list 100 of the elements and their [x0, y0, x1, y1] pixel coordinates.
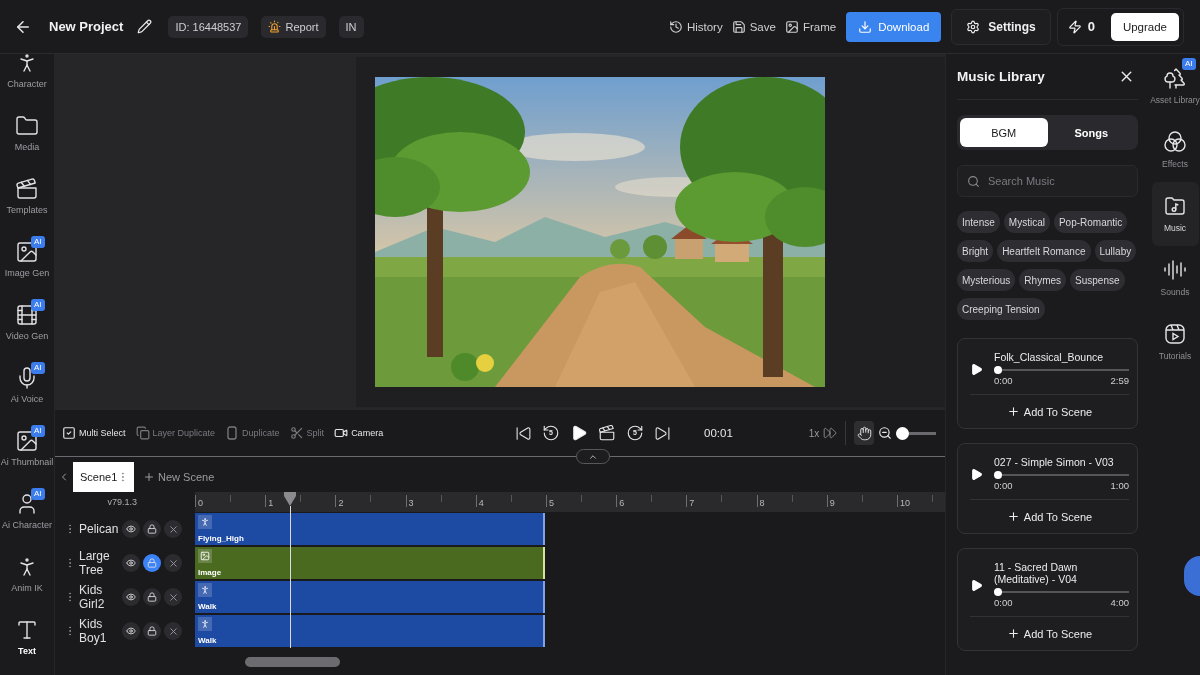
slider-thumb[interactable]	[994, 588, 1002, 596]
clip-label: Walk	[198, 602, 218, 612]
new-scene-button[interactable]: New Scene	[143, 471, 215, 483]
search-icon	[967, 175, 980, 188]
image-icon	[15, 429, 39, 453]
speed-button[interactable]: 1x	[808, 426, 838, 440]
sidebar-item[interactable]: Media	[0, 100, 54, 163]
skip-back-icon[interactable]	[515, 424, 532, 442]
ruler-label: 9	[829, 498, 835, 508]
ruler-label: 3	[408, 498, 414, 508]
animation-clip[interactable]: Walk	[195, 581, 545, 613]
genre-tag[interactable]: Intense	[957, 211, 1000, 233]
genre-tag[interactable]: Creeping Tension	[957, 298, 1045, 320]
plus-icon	[143, 471, 155, 483]
sidebar-item[interactable]: Templates	[0, 163, 54, 226]
panel-item[interactable]: Sounds	[1151, 246, 1199, 310]
animation-clip[interactable]: Walk	[195, 615, 545, 647]
progress-slider[interactable]	[994, 471, 1129, 479]
tab[interactable]: BGM	[960, 118, 1048, 147]
animation-clip[interactable]: Flying_High	[195, 513, 545, 545]
toolbar-button[interactable]: Save	[731, 19, 776, 34]
upgrade-button[interactable]: Upgrade	[1110, 12, 1179, 41]
remove-button[interactable]	[164, 520, 182, 538]
remove-button[interactable]	[164, 554, 182, 572]
close-icon	[167, 591, 179, 603]
playhead-handle[interactable]	[284, 492, 297, 506]
close-icon	[167, 523, 179, 535]
lock-button[interactable]	[143, 588, 161, 606]
remove-button[interactable]	[164, 622, 182, 640]
pencil-icon[interactable]	[137, 19, 153, 34]
genre-tag[interactable]: Lullaby	[1094, 240, 1137, 262]
download-button[interactable]: Download	[846, 11, 942, 42]
search-field[interactable]: Search Music	[957, 165, 1138, 197]
toolbar-button[interactable]: History	[668, 19, 723, 34]
slider-thumb[interactable]	[994, 366, 1002, 374]
toolbar-button[interactable]: Frame	[784, 19, 837, 34]
play-icon[interactable]	[970, 362, 983, 376]
lock-button[interactable]	[143, 554, 161, 572]
settings-button[interactable]: Settings	[951, 8, 1051, 45]
tab[interactable]: Songs	[1047, 118, 1135, 147]
panel-item[interactable]: Effects	[1151, 118, 1199, 182]
image-clip[interactable]: Image	[195, 547, 545, 579]
text-icon	[15, 618, 39, 642]
pan-button[interactable]	[854, 421, 875, 445]
panel-item[interactable]: Music	[1151, 182, 1199, 246]
download-icon	[858, 19, 873, 34]
lock-button[interactable]	[143, 622, 161, 640]
scene-tab[interactable]: Scene1	[73, 462, 134, 492]
play-icon[interactable]	[570, 424, 588, 442]
track-duration: 1:00	[1110, 480, 1129, 492]
slider-thumb[interactable]	[896, 426, 910, 440]
settings-icon	[966, 19, 981, 34]
sidebar-item[interactable]: AI Image Gen	[0, 226, 54, 289]
hand-icon	[856, 425, 872, 441]
sidebar-item[interactable]: AI Ai Voice	[0, 352, 54, 415]
genre-tag[interactable]: Rhymes	[1019, 269, 1067, 291]
visibility-button[interactable]	[122, 554, 140, 572]
progress-slider[interactable]	[994, 588, 1129, 596]
genre-tag[interactable]: Mystical	[1003, 211, 1050, 233]
genre-tag[interactable]: Pop-Romantic	[1053, 211, 1128, 233]
slider-thumb[interactable]	[994, 471, 1002, 479]
ai-badge: AI	[31, 488, 45, 500]
progress-slider[interactable]	[994, 366, 1129, 374]
add-to-scene-button[interactable]: Add To Scene	[970, 500, 1129, 533]
ruler-label: 6	[619, 498, 625, 508]
sidebar-item[interactable]: Anim IK	[0, 541, 54, 604]
lightning-icon	[1067, 19, 1082, 34]
zoom-out-icon[interactable]	[878, 426, 893, 440]
language-button[interactable]: IN	[338, 15, 364, 38]
genre-tag[interactable]: Mysterious	[957, 269, 1016, 291]
collapse-toggle[interactable]	[576, 449, 610, 464]
report-button[interactable]: Report	[261, 15, 326, 38]
genre-tag[interactable]: Bright	[957, 240, 994, 262]
clapperboard-icon[interactable]	[598, 424, 616, 442]
genre-tag[interactable]: Suspense	[1070, 269, 1125, 291]
skip-forward-icon[interactable]	[654, 424, 671, 442]
visibility-button[interactable]	[122, 520, 140, 538]
play-icon[interactable]	[970, 467, 983, 481]
tool-button[interactable]: Camera	[334, 426, 384, 440]
add-to-scene-button[interactable]: Add To Scene	[970, 395, 1129, 428]
sidebar-item[interactable]: AI Ai Character	[0, 478, 54, 541]
panel-item[interactable]: AI Asset Library	[1151, 54, 1199, 118]
visibility-button[interactable]	[122, 588, 140, 606]
remove-button[interactable]	[164, 588, 182, 606]
tool-button[interactable]: Multi Select	[62, 426, 126, 440]
lock-button[interactable]	[143, 520, 161, 538]
sidebar-item[interactable]: Character	[0, 54, 54, 100]
sidebar-item[interactable]: AI Video Gen	[0, 289, 54, 352]
lock-icon	[147, 592, 157, 602]
play-icon[interactable]	[970, 578, 983, 592]
clip-label: Flying_High	[198, 534, 245, 544]
sidebar-item[interactable]: AI Ai Thumbnail	[0, 415, 54, 478]
sidebar-item[interactable]: Text	[0, 604, 54, 667]
visibility-button[interactable]	[122, 622, 140, 640]
genre-tag[interactable]: Heartfelt Romance	[997, 240, 1091, 262]
add-to-scene-button[interactable]: Add To Scene	[970, 617, 1129, 650]
ruler-label: 10	[899, 498, 910, 508]
ai-badge: AI	[1181, 58, 1196, 70]
panel-item[interactable]: Tutorials	[1151, 310, 1199, 374]
scrollbar-thumb[interactable]	[245, 656, 340, 667]
